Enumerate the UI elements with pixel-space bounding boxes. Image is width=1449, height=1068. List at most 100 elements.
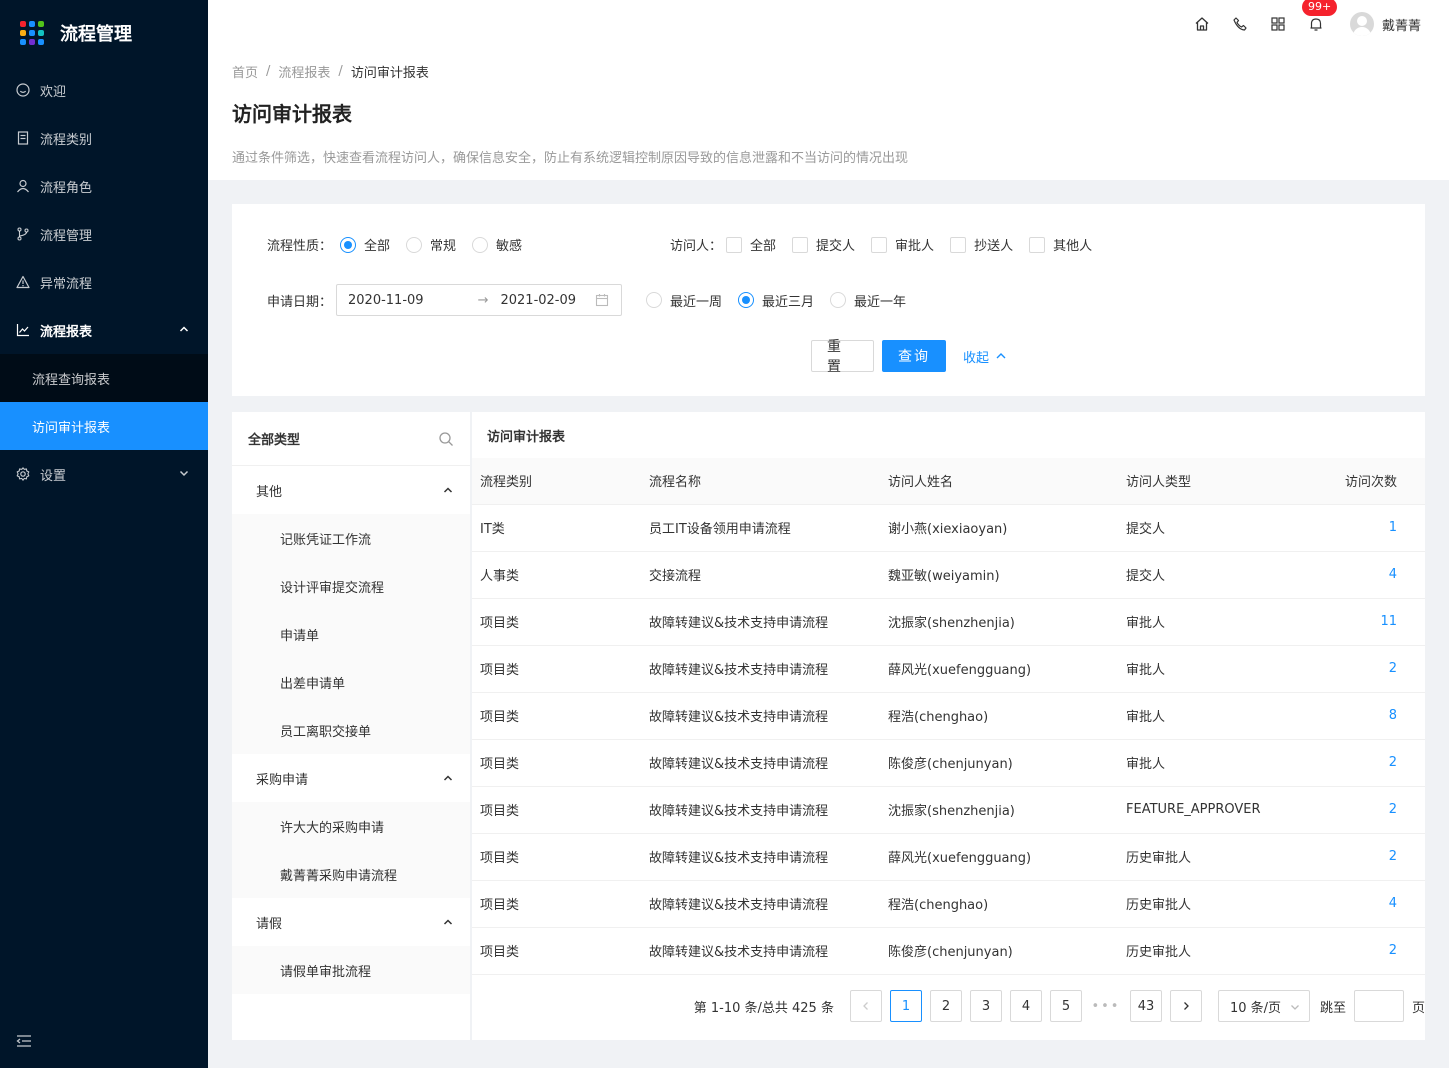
logo[interactable]: 流程管理	[0, 0, 208, 66]
table-cell: 魏亚敏(weiyamin)	[888, 551, 1126, 599]
breadcrumb-reports[interactable]: 流程报表	[278, 62, 330, 81]
user-name[interactable]: 戴菁菁	[1382, 15, 1421, 34]
date-range-picker[interactable]: 2020-11-09 → 2021-02-09	[336, 284, 623, 316]
phone-icon[interactable]	[1232, 16, 1248, 32]
visitor-option-approver[interactable]: 审批人	[871, 235, 934, 254]
tree-leaf[interactable]: 出差申请单	[232, 658, 470, 706]
radio-checked[interactable]	[738, 292, 755, 308]
page-button[interactable]: 5	[1049, 990, 1082, 1022]
reset-button[interactable]: 重置	[811, 339, 874, 375]
sidebar-item-categories[interactable]: 流程类别	[0, 114, 208, 162]
bell-icon[interactable]: 99+	[1301, 0, 1338, 32]
table-row[interactable]: 人事类 交接流程 魏亚敏(weiyamin) 提交人 4	[472, 551, 1425, 599]
visit-count-link[interactable]: 2	[1332, 786, 1425, 834]
sidebar-item-welcome[interactable]: 欢迎	[0, 66, 208, 114]
tree-leaf[interactable]: 戴菁菁采购申请流程	[232, 850, 470, 898]
tree-leaf[interactable]: 记账凭证工作流	[232, 514, 470, 562]
page-button[interactable]: 1	[889, 990, 922, 1022]
date-start[interactable]: 2020-11-09	[348, 293, 424, 308]
table-row[interactable]: 项目类 故障转建议&技术支持申请流程 陈俊彦(chenjunyan) 审批人 2	[472, 739, 1425, 787]
sidebar-item-query-report[interactable]: 流程查询报表	[0, 354, 208, 402]
tree-leaf[interactable]: 请假单审批流程	[232, 946, 470, 994]
tree-leaf[interactable]: 员工离职交接单	[232, 706, 470, 754]
nature-option-normal[interactable]: 常规	[406, 235, 456, 254]
visit-count-link[interactable]: 4	[1332, 880, 1425, 928]
table-row[interactable]: 项目类 故障转建议&技术支持申请流程 薛风光(xuefengguang) 审批人 2	[472, 645, 1425, 693]
checkbox[interactable]	[1029, 236, 1046, 253]
page-button[interactable]: 43	[1129, 990, 1162, 1022]
visitor-option-cc[interactable]: 抄送人	[950, 235, 1013, 254]
visitor-option-all[interactable]: 全部	[726, 235, 776, 254]
tree-leaf[interactable]: 设计评审提交流程	[232, 562, 470, 610]
radio[interactable]	[830, 292, 847, 308]
visit-count-link[interactable]: 1	[1332, 504, 1425, 552]
checkbox[interactable]	[871, 236, 888, 253]
sidebar-item-management[interactable]: 流程管理	[0, 210, 208, 258]
page-button[interactable]: 4	[1009, 990, 1042, 1022]
visit-count-link[interactable]: 11	[1332, 598, 1425, 646]
table-row[interactable]: 项目类 故障转建议&技术支持申请流程 陈俊彦(chenjunyan) 历史审批人 2	[472, 927, 1425, 975]
table-row[interactable]: 项目类 故障转建议&技术支持申请流程 沈振家(shenzhenjia) 审批人 11	[472, 598, 1425, 646]
sidebar-item-exceptions[interactable]: 异常流程	[0, 258, 208, 306]
checkbox[interactable]	[792, 236, 809, 253]
logo-dot	[29, 30, 35, 36]
range-option-week[interactable]: 最近一周	[646, 291, 722, 310]
range-option-year[interactable]: 最近一年	[830, 291, 906, 310]
tree-leaf[interactable]: 许大大的采购申请	[232, 802, 470, 850]
visit-count-link[interactable]: 2	[1332, 645, 1425, 693]
radio[interactable]	[406, 236, 423, 253]
visitor-option-other[interactable]: 其他人	[1029, 235, 1092, 254]
query-button[interactable]: 查询	[882, 340, 946, 372]
search-icon[interactable]	[438, 431, 454, 451]
prev-page-button[interactable]	[849, 990, 882, 1022]
table-row[interactable]: 项目类 故障转建议&技术支持申请流程 程浩(chenghao) 审批人 8	[472, 692, 1425, 740]
next-page-button[interactable]	[1169, 990, 1202, 1022]
visitor-option-submitter[interactable]: 提交人	[792, 235, 855, 254]
table-row[interactable]: 项目类 故障转建议&技术支持申请流程 沈振家(shenzhenjia) FEATURE…	[472, 786, 1425, 834]
table-row[interactable]: 项目类 故障转建议&技术支持申请流程 薛风光(xuefengguang) 历史审批人 2	[472, 833, 1425, 881]
avatar[interactable]	[1349, 12, 1374, 36]
menu-fold-icon[interactable]	[16, 1034, 32, 1052]
collapse-link[interactable]: 收起	[963, 347, 1007, 366]
appstore-icon[interactable]	[1270, 16, 1286, 32]
tree-group-other[interactable]: 其他	[232, 466, 470, 514]
nature-option-sensitive[interactable]: 敏感	[472, 235, 522, 254]
table-row[interactable]: IT类 员工IT设备领用申请流程 谢小燕(xiexiaoyan) 提交人 1	[472, 504, 1425, 552]
sidebar-item-audit-report[interactable]: 访问审计报表	[0, 402, 208, 450]
header-actions: 99+ 戴菁菁	[1172, 0, 1421, 48]
visit-count-link[interactable]: 8	[1332, 692, 1425, 740]
radio-checked[interactable]	[340, 236, 357, 253]
pagination-ellipsis[interactable]: •••	[1090, 999, 1122, 1014]
visit-count-link[interactable]: 2	[1332, 927, 1425, 975]
sidebar-item-roles[interactable]: 流程角色	[0, 162, 208, 210]
sidebar-item-reports[interactable]: 流程报表	[0, 306, 208, 354]
column-header[interactable]: 流程类别	[472, 458, 649, 505]
column-header[interactable]: 访问人类型	[1126, 458, 1332, 505]
nature-option-all[interactable]: 全部	[340, 235, 390, 254]
checkbox[interactable]	[950, 236, 967, 253]
visit-count-link[interactable]: 4	[1332, 551, 1425, 599]
date-end[interactable]: 2021-02-09	[500, 293, 576, 308]
tree-leaf[interactable]: 申请单	[232, 610, 470, 658]
column-header[interactable]: 流程名称	[649, 458, 888, 505]
table-row[interactable]: 项目类 故障转建议&技术支持申请流程 程浩(chenghao) 历史审批人 4	[472, 880, 1425, 928]
radio[interactable]	[646, 292, 663, 308]
home-icon[interactable]	[1194, 16, 1210, 32]
logo-dot	[29, 21, 35, 27]
page-size-select[interactable]: 10 条/页	[1217, 990, 1310, 1022]
range-option-three-months[interactable]: 最近三月	[738, 291, 814, 310]
page-button[interactable]: 3	[969, 990, 1002, 1022]
visit-count-link[interactable]: 2	[1332, 739, 1425, 787]
sidebar-item-settings[interactable]: 设置	[0, 450, 208, 498]
radio[interactable]	[472, 236, 489, 253]
visit-count-link[interactable]: 2	[1332, 833, 1425, 881]
tree-group-leave[interactable]: 请假	[232, 898, 470, 946]
jump-page-input[interactable]	[1353, 990, 1404, 1022]
checkbox[interactable]	[726, 236, 743, 253]
column-header[interactable]: 访问次数	[1332, 458, 1425, 505]
table-cell: 陈俊彦(chenjunyan)	[888, 927, 1126, 975]
breadcrumb-home[interactable]: 首页	[232, 62, 258, 81]
tree-group-purchase[interactable]: 采购申请	[232, 754, 470, 802]
page-button[interactable]: 2	[929, 990, 962, 1022]
column-header[interactable]: 访问人姓名	[888, 458, 1126, 505]
